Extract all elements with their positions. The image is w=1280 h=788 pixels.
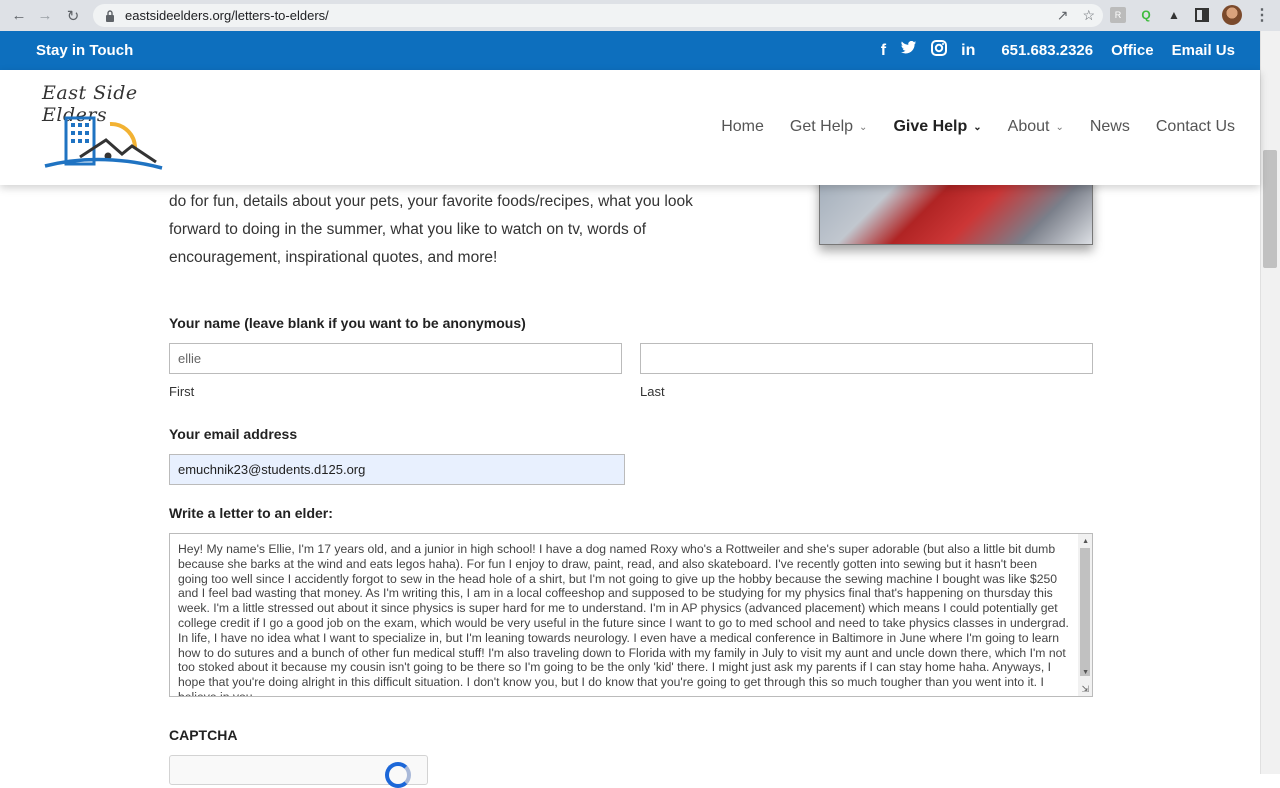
name-label: Your name (leave blank if you want to be… [169,315,526,331]
letter-label: Write a letter to an elder: [169,505,333,521]
phone-number[interactable]: 651.683.2326 [1001,42,1093,59]
email-us-link[interactable]: Email Us [1172,42,1235,59]
stay-in-touch: Stay in Touch [36,42,134,59]
recaptcha-widget[interactable] [169,755,428,788]
profile-avatar[interactable] [1222,5,1242,25]
textarea-scrollbar-thumb[interactable] [1080,548,1090,676]
email-input[interactable]: emuchnik23@students.d125.org [169,454,625,485]
recaptcha-icon [385,762,411,788]
puzzle-icon[interactable]: ▲ [1166,7,1182,23]
extension-icon[interactable]: R [1110,7,1126,23]
nav-contact-us[interactable]: Contact Us [1156,118,1235,136]
office-link[interactable]: Office [1111,42,1154,59]
nav-get-help[interactable]: Get Help ⌄ [790,118,868,136]
chevron-down-icon: ⌄ [1055,121,1064,133]
sidepanel-icon[interactable] [1194,7,1210,23]
chevron-down-icon: ⌄ [859,121,868,133]
bookmark-star-icon[interactable]: ☆ [1082,7,1095,24]
forward-icon[interactable]: → [34,5,56,27]
nav-about[interactable]: About ⌄ [1008,118,1064,136]
share-icon[interactable]: ↗ [1057,7,1069,24]
instagram-icon[interactable] [931,40,948,61]
address-bar[interactable]: eastsideelders.org/letters-to-elders/ ↗ … [93,4,1103,27]
page-scrollbar[interactable] [1260,31,1280,774]
last-sublabel: Last [640,384,665,399]
extension-q-icon[interactable]: Q [1138,7,1154,23]
intro-text: do for fun, details about your pets, you… [169,193,693,266]
nav-news[interactable]: News [1090,118,1130,136]
scroll-down-icon[interactable]: ▼ [1082,669,1089,676]
site-header: East Side Elders Home Get Help ⌄ Give Hel… [0,70,1260,185]
letter-text: Hey! My name's Ellie, I'm 17 years old, … [178,542,1069,697]
reload-icon[interactable]: ↻ [62,5,84,27]
email-label: Your email address [169,426,298,442]
captcha-label: CAPTCHA [169,727,238,743]
nav-give-help[interactable]: Give Help ⌄ [893,118,981,136]
lock-icon [103,9,117,23]
page-scrollbar-thumb[interactable] [1263,150,1277,268]
site-logo[interactable]: East Side Elders [40,82,170,177]
chevron-down-icon: ⌄ [973,121,982,133]
back-icon[interactable]: ← [8,5,30,27]
first-sublabel: First [169,384,195,399]
last-name-input[interactable] [640,343,1093,374]
linkedin-icon[interactable]: in [961,42,975,60]
browser-toolbar: ← → ↻ eastsideelders.org/letters-to-elde… [0,0,1280,31]
first-name-input[interactable]: ellie [169,343,622,374]
scroll-up-icon[interactable]: ▲ [1082,538,1089,545]
resize-handle-icon[interactable]: ⇲ [1081,684,1089,695]
facebook-icon[interactable]: f [881,42,886,60]
main-nav: Home Get Help ⌄ Give Help ⌄ About ⌄ News Co… [721,118,1235,136]
url-text: eastsideelders.org/letters-to-elders/ [125,8,329,23]
letter-textarea[interactable]: Hey! My name's Ellie, I'm 17 years old, … [169,533,1093,697]
top-contact-bar: Stay in Touch f in 651.683.2326 Office E… [0,31,1260,70]
menu-icon[interactable]: ⋮ [1254,5,1270,25]
nav-home[interactable]: Home [721,118,764,136]
twitter-icon[interactable] [900,40,917,60]
